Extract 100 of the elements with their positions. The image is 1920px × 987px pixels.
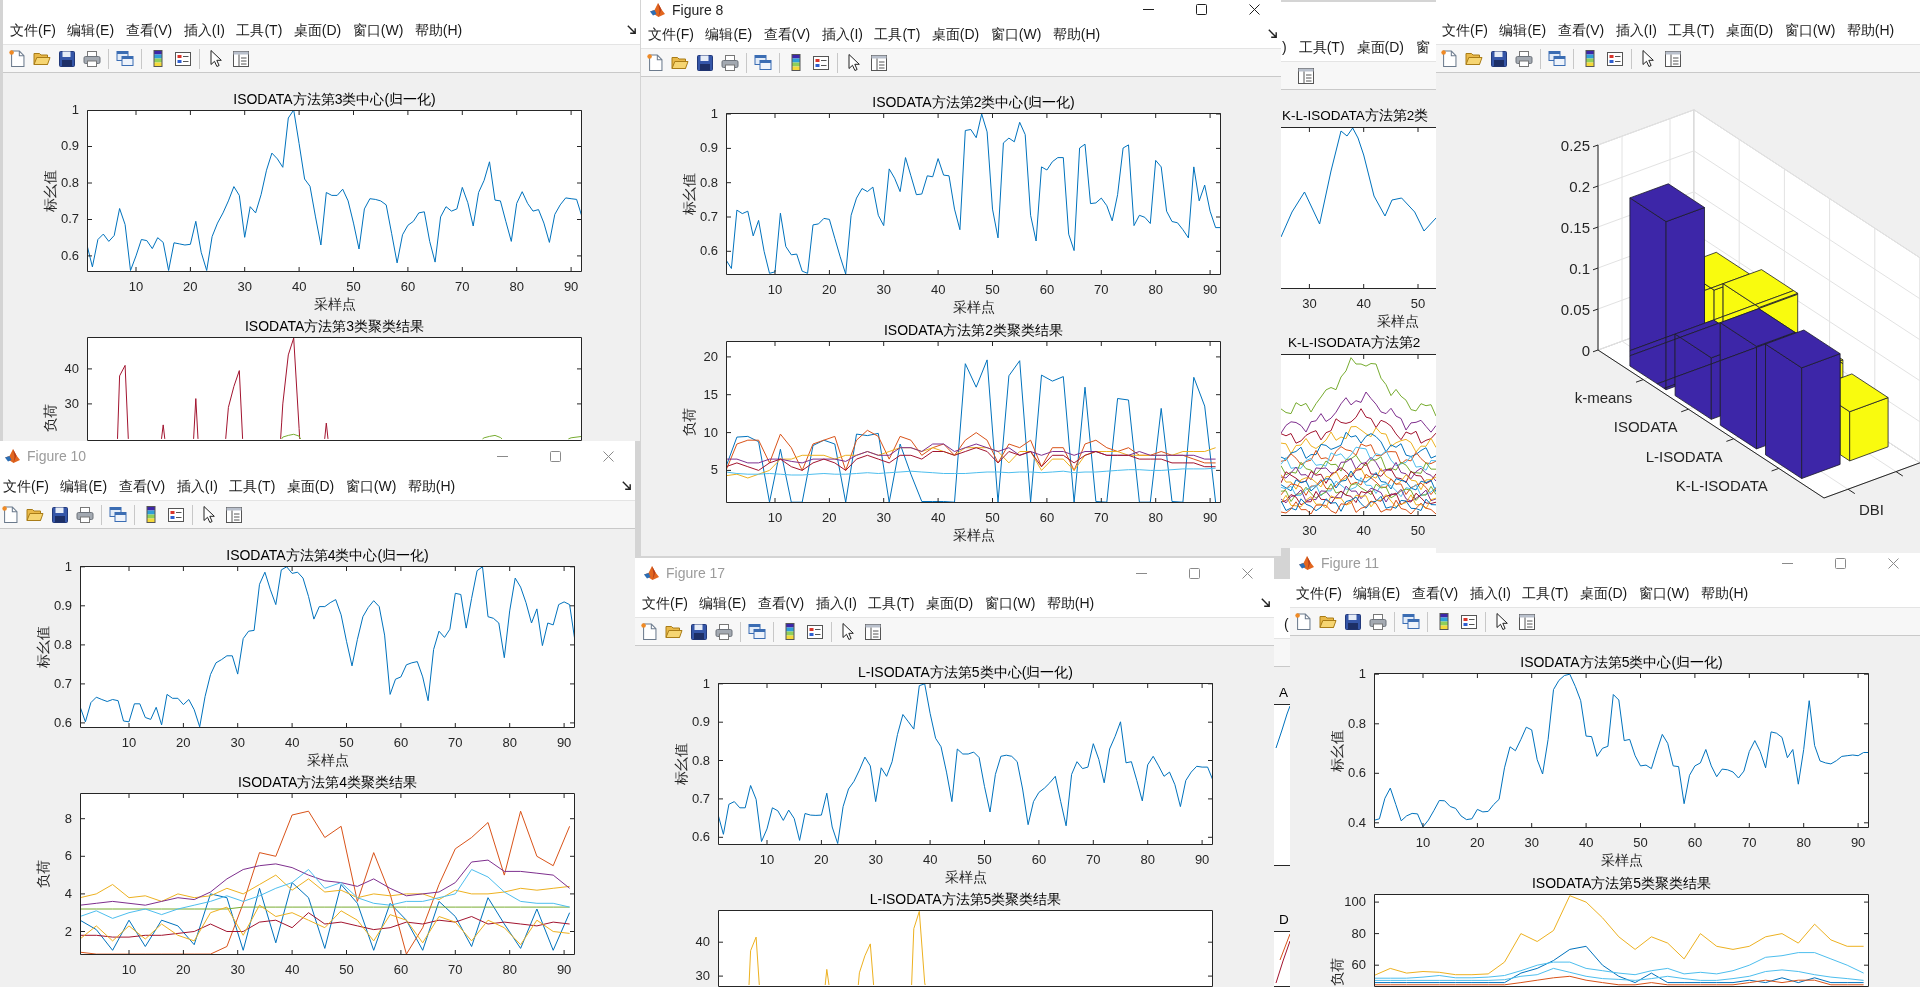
tick-label: 10	[128, 279, 144, 295]
tick-label: 80	[502, 962, 517, 978]
tick-label: 100	[1344, 895, 1366, 910]
tick-label: 10	[703, 425, 718, 440]
tick-label: 0.7	[53, 676, 72, 691]
tick-label: 50	[1410, 523, 1426, 539]
tick-label: 30	[230, 962, 245, 978]
tick-label: 40	[64, 361, 79, 376]
axis-label: 标幺值	[681, 173, 698, 215]
axis-label: 采样点	[1600, 853, 1643, 869]
tick-label: 30	[876, 510, 891, 526]
tick-label: 70	[1742, 835, 1757, 851]
tick-label: 0.2	[1569, 177, 1590, 195]
tick-label: 15	[703, 387, 718, 402]
tick-label: 0.8	[53, 637, 72, 652]
chart-title: ISODATA方法第2类聚类结果	[883, 322, 1064, 338]
tick-label: 0.6	[1347, 766, 1366, 781]
tick-label: 90	[1202, 510, 1218, 526]
tick-label: 20	[822, 282, 837, 298]
axis-label: 采样点	[306, 753, 349, 769]
tick-label: 30	[1302, 296, 1317, 312]
tick-label: 40	[291, 279, 307, 295]
axis-label: 负荷	[681, 408, 698, 436]
tick-label: 10	[121, 735, 137, 751]
tick-label: 70	[455, 279, 470, 295]
tick-label: ISODATA	[1613, 417, 1678, 435]
tick-label: 40	[1356, 296, 1371, 312]
chart-title: D	[1279, 912, 1289, 928]
tick-label: 40	[1578, 835, 1594, 851]
tick-label: 50	[339, 735, 354, 751]
tick-label: 1	[64, 559, 72, 574]
tick-label: 60	[393, 962, 409, 978]
tick-label: 70	[448, 962, 463, 978]
tick-label: 0.6	[60, 248, 79, 263]
tick-label: 10	[759, 852, 775, 868]
tick-label: 0.8	[1347, 716, 1366, 731]
chart-title: K-L-ISODATA方法第2	[1288, 335, 1421, 351]
tick-label: 50	[346, 279, 361, 295]
tick-label: 70	[1094, 282, 1109, 298]
tick-label: 20	[176, 735, 191, 751]
tick-label: 1	[710, 107, 718, 121]
tick-label: 0.05	[1560, 300, 1590, 318]
chart-title: A	[1279, 685, 1288, 701]
tick-label: 0.7	[699, 210, 718, 224]
tick-label: 40	[930, 510, 946, 526]
axis-label: 采样点	[944, 870, 987, 886]
tick-label: 0.9	[699, 141, 718, 156]
axis-label: 标幺值	[673, 743, 690, 785]
tick-label: K-L-ISODATA	[1675, 476, 1768, 494]
tick-label: 30	[64, 396, 79, 411]
tick-label: 0.9	[53, 598, 72, 613]
tick-label: 20	[822, 510, 837, 526]
window-title: Figure 10	[27, 448, 87, 464]
chart-title: L-ISODATA方法第5类中心(归一化)	[858, 664, 1073, 680]
tick-label: 80	[1148, 282, 1163, 298]
tick-label: 50	[339, 962, 354, 978]
window-title: Figure 8	[672, 1, 724, 18]
tick-label: 60	[1031, 852, 1047, 868]
tick-label: 80	[1351, 926, 1366, 941]
tick-label: 90	[556, 735, 572, 751]
tick-label: 0.8	[691, 753, 710, 768]
tick-label: 90	[1202, 282, 1218, 298]
tick-label: 0	[1581, 341, 1590, 359]
tick-label: L-ISODATA	[1645, 447, 1723, 465]
tick-label: 5	[710, 463, 718, 478]
tick-label: 70	[448, 735, 463, 751]
window-title: Figure 17	[666, 565, 726, 581]
axis-label: 标幺值	[35, 626, 52, 668]
tick-label: 0.9	[60, 139, 79, 154]
tick-label: 10	[121, 962, 137, 978]
tick-label: 60	[1039, 510, 1055, 526]
tick-label: 0.15	[1560, 218, 1590, 236]
tick-label: 90	[563, 279, 579, 295]
tick-label: 70	[1094, 510, 1109, 526]
tick-label: 90	[1194, 852, 1210, 868]
tick-label: 30	[868, 852, 883, 868]
tick-label: 40	[922, 852, 938, 868]
tick-label: 80	[1796, 835, 1811, 851]
tick-label: 8	[64, 811, 72, 826]
tick-label: 0.8	[699, 175, 718, 190]
chart-title: ISODATA方法第5类中心(归一化)	[1520, 654, 1723, 670]
tick-label: 80	[509, 279, 524, 295]
chart-title: ISODATA方法第3类中心(归一化)	[233, 91, 436, 107]
tick-label: 50	[1410, 296, 1426, 312]
tick-label: 90	[556, 962, 572, 978]
chart-title: ISODATA方法第2类中心(归一化)	[872, 94, 1075, 110]
chart-title: ISODATA方法第5类聚类结果	[1531, 875, 1712, 891]
tick-label: 60	[1039, 282, 1055, 298]
axis-label: 负荷	[1329, 957, 1346, 986]
tick-label: 50	[1633, 835, 1648, 851]
axis-label: 采样点	[952, 528, 995, 544]
tick-label: 30	[230, 735, 245, 751]
tick-label: 30	[1302, 523, 1317, 539]
tick-label: 4	[64, 886, 72, 901]
tick-label: 20	[814, 852, 829, 868]
tick-label: 60	[1351, 958, 1366, 973]
tick-label: 10	[767, 282, 783, 298]
chart-title: ISODATA方法第4类聚类结果	[237, 774, 418, 790]
tick-label: 30	[237, 279, 252, 295]
tick-label: 0.6	[699, 244, 718, 259]
